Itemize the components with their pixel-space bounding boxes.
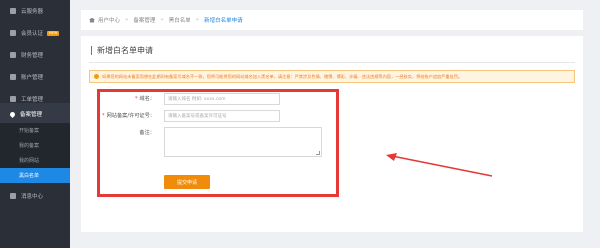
breadcrumb-separator: » [125, 17, 129, 23]
breadcrumb-separator: » [195, 17, 200, 23]
sidebar-subitem-label: 黑白名单 [19, 173, 40, 179]
title-divider [89, 62, 575, 63]
page-title: 新增白名单申请 [91, 46, 153, 55]
server-icon [10, 8, 16, 14]
sidebar-item-member-auth[interactable]: 会员认证 NEW [0, 22, 70, 44]
sidebar-item-filing[interactable]: 备案管理 [0, 103, 70, 125]
sidebar-item-label: 备案管理 [20, 112, 43, 118]
ticket-icon [10, 96, 16, 102]
arrow-head [386, 153, 397, 161]
breadcrumb-separator: » [160, 17, 164, 23]
new-badge: NEW [47, 30, 60, 36]
highlight-box [97, 89, 339, 197]
sidebar-item-label: 工单管理 [21, 97, 44, 103]
message-icon [10, 193, 16, 199]
breadcrumb-current: 新增白名单申请 [204, 18, 243, 24]
notice-banner: 如果您的网站未备案而想在此期间有备案号域名不一致，您将可能将您的网站域名加入黑名… [89, 70, 575, 83]
finance-icon [10, 52, 16, 58]
sidebar-item-label: 会员认证 [21, 31, 44, 37]
user-icon [10, 30, 16, 36]
sidebar-subitem-label: 我的备案 [19, 143, 40, 149]
sidebar-item-label: 财务管理 [21, 53, 44, 59]
notice-text: 如果您的网站未备案而想在此期间有备案号域名不一致，您将可能将您的网站域名加入黑名… [102, 73, 463, 79]
breadcrumb-home[interactable]: 用户中心 [98, 16, 120, 24]
warning-icon [94, 74, 99, 79]
sidebar-item-label: 账户管理 [21, 75, 44, 81]
sidebar-item-message-center[interactable]: 消息中心 [0, 185, 70, 207]
sidebar-item-cloud-server[interactable]: 云服务器 [0, 0, 70, 22]
sidebar-subitem-my-filings[interactable]: 我的备案 [0, 138, 70, 153]
sidebar-subitem-label: 开始备案 [19, 128, 40, 134]
sidebar-item-label: 云服务器 [21, 9, 44, 15]
breadcrumb-filing[interactable]: 备案管理 [133, 16, 155, 24]
sidebar-subitem-my-sites[interactable]: 我的网站 [0, 153, 70, 168]
breadcrumb-blacklist[interactable]: 黑白名单 [169, 16, 191, 24]
breadcrumb: 用户中心 » 备案管理 » 黑白名单 » 新增白名单申请 [81, 10, 583, 30]
location-icon [8, 110, 17, 118]
sidebar: 云服务器 会员认证 NEW 财务管理 账户管理 工单管理 备案管理 开始备案 我… [0, 0, 70, 248]
sidebar-subitem-start-filing[interactable]: 开始备案 [0, 123, 70, 138]
account-icon [10, 74, 16, 80]
sidebar-item-finance[interactable]: 财务管理 [0, 44, 70, 66]
sidebar-subitem-label: 我的网站 [19, 158, 40, 164]
home-icon [89, 17, 95, 23]
sidebar-item-account[interactable]: 账户管理 [0, 66, 70, 88]
sidebar-item-label: 消息中心 [21, 194, 44, 200]
sidebar-subitem-blacklist-whitelist[interactable]: 黑白名单 [0, 168, 70, 183]
arrow-line [391, 155, 493, 177]
arrow-annotation [386, 153, 493, 177]
